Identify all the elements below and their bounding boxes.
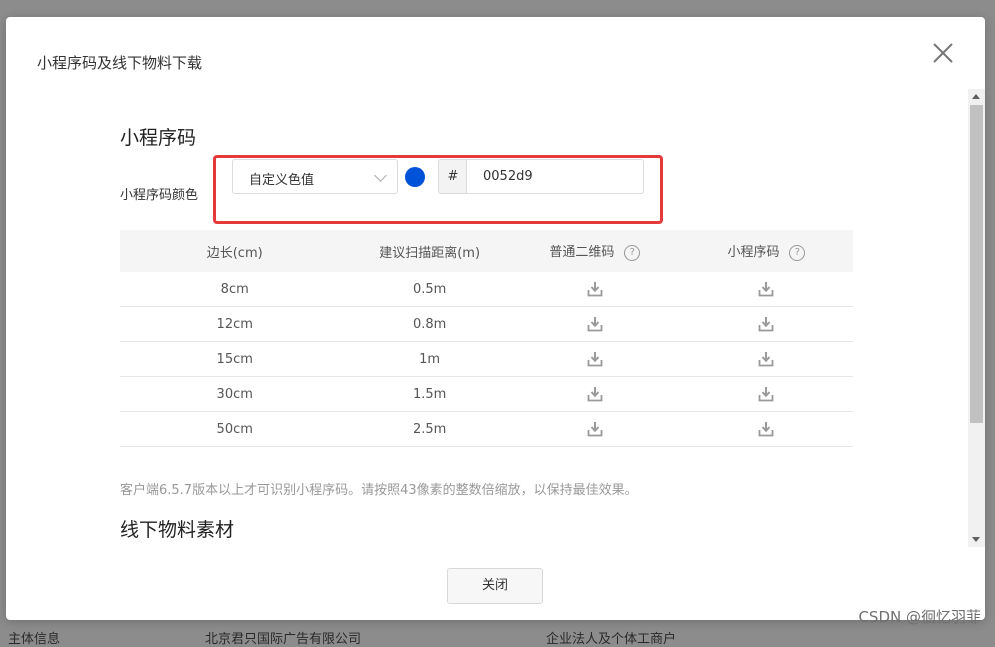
annotation-highlight-box	[213, 155, 663, 224]
cell-qr-download	[509, 341, 680, 377]
dialog-header: 小程序码及线下物料下载	[6, 17, 985, 87]
scroll-up-icon[interactable]	[972, 94, 980, 99]
dialog-body: 小程序码 小程序码颜色 自定义色值 # 边长(cm) 建议扫描距离(m) 普通二…	[6, 87, 985, 547]
download-icon[interactable]	[587, 316, 603, 332]
cell-qr-download	[509, 411, 680, 447]
offline-section-title: 线下物料素材	[120, 519, 235, 541]
header-label: 普通二维码	[549, 245, 615, 261]
cell-qr-download	[509, 376, 680, 412]
size-download-table: 边长(cm) 建议扫描距离(m) 普通二维码? 小程序码? 8cm 0.5m 1…	[120, 230, 853, 447]
download-icon[interactable]	[758, 316, 774, 332]
download-icon[interactable]	[587, 386, 603, 402]
cell-side-length: 12cm	[120, 306, 350, 342]
cell-side-length: 15cm	[120, 341, 350, 377]
header-label: 建议扫描距离(m)	[379, 245, 481, 261]
vertical-scrollbar[interactable]	[968, 89, 985, 547]
header-scan-distance: 建议扫描距离(m)	[349, 230, 510, 272]
table-row: 30cm 1.5m	[120, 376, 853, 412]
download-icon[interactable]	[587, 421, 603, 437]
download-icon[interactable]	[587, 351, 603, 367]
close-icon[interactable]	[931, 41, 955, 65]
watermark-text: CSDN @徊忆羽菲	[858, 608, 981, 626]
cell-side-length: 8cm	[120, 272, 350, 307]
download-icon[interactable]	[587, 281, 603, 297]
table-header-row: 边长(cm) 建议扫描距离(m) 普通二维码? 小程序码?	[120, 230, 853, 272]
header-label: 小程序码	[727, 245, 780, 261]
download-icon[interactable]	[758, 421, 774, 437]
help-icon[interactable]: ?	[789, 244, 806, 261]
cell-scan-distance: 0.8m	[349, 306, 510, 342]
download-icon[interactable]	[758, 386, 774, 402]
cell-qr-download	[509, 272, 680, 307]
version-note: 客户端6.5.7版本以上才可识别小程序码。请按照43像素的整数倍缩放，以保持最佳…	[120, 483, 638, 498]
download-dialog: 小程序码及线下物料下载 小程序码 小程序码颜色 自定义色值 # 边长(cm) 建…	[6, 17, 985, 620]
header-mini-code: 小程序码?	[679, 230, 853, 272]
background-page-row: 主体信息 北京君只国际广告有限公司 企业法人及个体工商户	[0, 618, 995, 647]
background-text-3: 企业法人及个体工商户	[546, 632, 677, 647]
cell-mini-download	[679, 376, 853, 412]
cell-mini-download	[679, 306, 853, 342]
cell-mini-download	[679, 411, 853, 447]
header-side-length: 边长(cm)	[120, 230, 350, 272]
cell-qr-download	[509, 306, 680, 342]
table-row: 8cm 0.5m	[120, 272, 853, 307]
header-qr-code: 普通二维码?	[509, 230, 680, 272]
cell-scan-distance: 0.5m	[349, 272, 510, 307]
cell-side-length: 30cm	[120, 376, 350, 412]
background-text-1: 主体信息	[8, 632, 61, 647]
scrollbar-thumb[interactable]	[970, 105, 983, 423]
cell-mini-download	[679, 341, 853, 377]
cell-side-length: 50cm	[120, 411, 350, 447]
mini-code-section-title: 小程序码	[120, 127, 197, 149]
mini-code-color-label: 小程序码颜色	[120, 188, 199, 203]
download-icon[interactable]	[758, 351, 774, 367]
dialog-title: 小程序码及线下物料下载	[37, 54, 203, 72]
close-button[interactable]: 关闭	[447, 568, 543, 604]
cell-scan-distance: 2.5m	[349, 411, 510, 447]
table-row: 50cm 2.5m	[120, 411, 853, 447]
cell-scan-distance: 1.5m	[349, 376, 510, 412]
download-icon[interactable]	[758, 281, 774, 297]
background-text-2: 北京君只国际广告有限公司	[205, 632, 362, 647]
table-row: 15cm 1m	[120, 341, 853, 377]
cell-mini-download	[679, 272, 853, 307]
table-row: 12cm 0.8m	[120, 306, 853, 342]
help-icon[interactable]: ?	[624, 244, 641, 261]
scroll-down-icon[interactable]	[972, 537, 980, 542]
header-label: 边长(cm)	[206, 245, 263, 261]
cell-scan-distance: 1m	[349, 341, 510, 377]
